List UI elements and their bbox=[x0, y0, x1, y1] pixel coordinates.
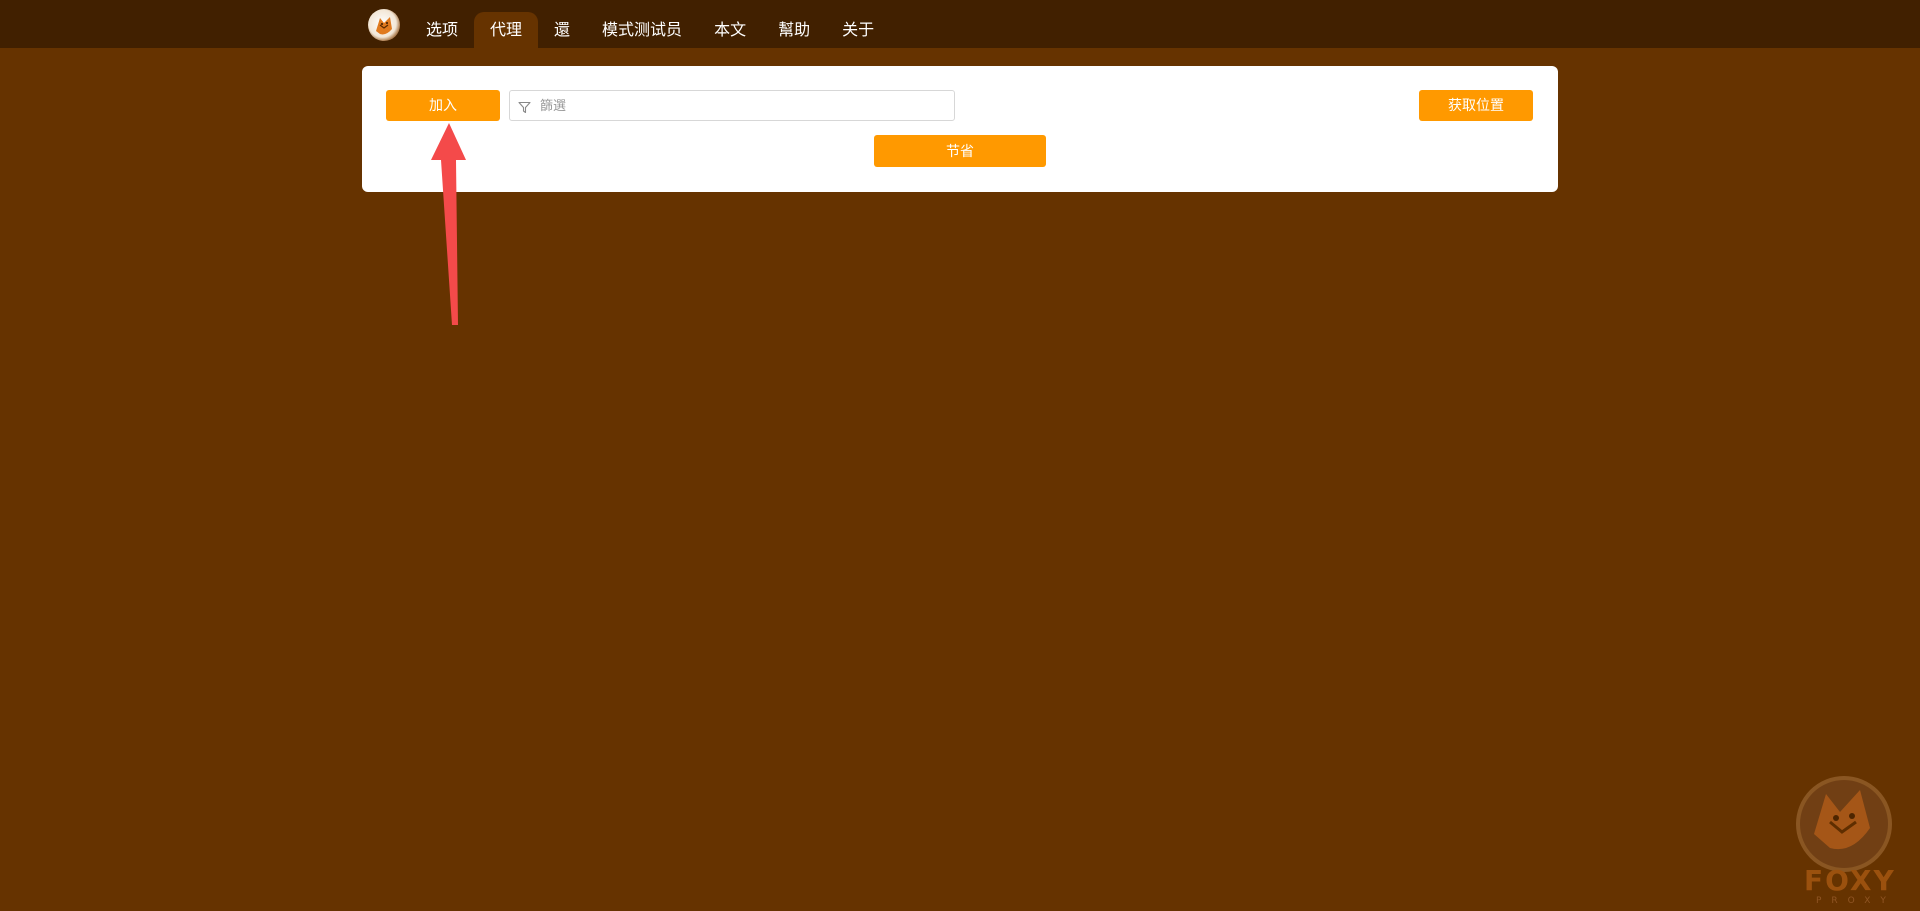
nav-tabs: 选项 代理 還 模式测试员 本文 幫助 关于 bbox=[366, 0, 890, 48]
watermark-subword: PROXY bbox=[1816, 896, 1896, 906]
add-button[interactable]: 加入 bbox=[386, 90, 500, 121]
foxyproxy-watermark-icon: FOXY PROXY bbox=[1786, 772, 1904, 906]
tab-log[interactable]: 本文 bbox=[698, 12, 762, 48]
get-location-button[interactable]: 获取位置 bbox=[1419, 90, 1533, 121]
tab-help[interactable]: 幫助 bbox=[762, 12, 826, 48]
proxies-panel: 加入 获取位置 节省 bbox=[362, 66, 1558, 192]
save-button[interactable]: 节省 bbox=[874, 135, 1046, 167]
watermark-word: FOXY bbox=[1804, 864, 1896, 897]
filter-input[interactable] bbox=[538, 91, 942, 122]
filter-icon bbox=[518, 99, 531, 118]
tab-pattern-tester[interactable]: 模式测试员 bbox=[586, 12, 698, 48]
foxyproxy-logo-icon[interactable] bbox=[368, 9, 400, 41]
top-navigation-bar: 选项 代理 還 模式测试员 本文 幫助 关于 bbox=[0, 0, 1920, 48]
tab-proxies[interactable]: 代理 bbox=[474, 12, 539, 48]
tab-restore[interactable]: 還 bbox=[538, 12, 586, 48]
filter-field[interactable] bbox=[509, 90, 955, 122]
tab-options[interactable]: 选项 bbox=[410, 12, 474, 48]
tab-about[interactable]: 关于 bbox=[826, 12, 890, 48]
